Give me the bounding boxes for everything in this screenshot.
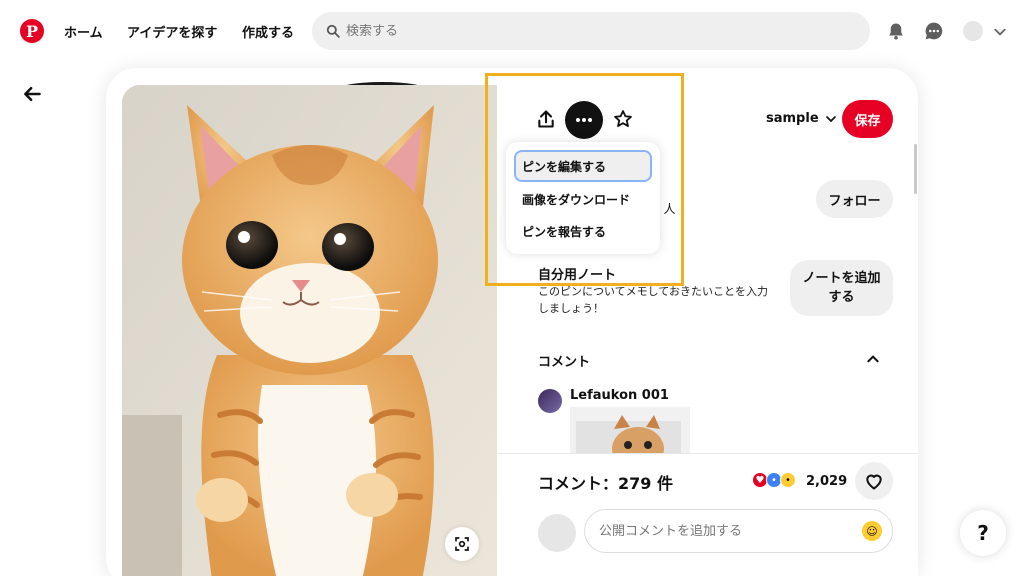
- comment-input[interactable]: [599, 523, 849, 539]
- chevron-up-icon[interactable]: [866, 351, 880, 370]
- share-button[interactable]: [534, 107, 558, 131]
- lens-icon: [455, 537, 469, 551]
- commenter-name[interactable]: Lefaukon 001: [570, 388, 669, 403]
- haha-reaction-icon: •: [780, 472, 796, 488]
- chevron-down-icon[interactable]: [993, 24, 1007, 43]
- commenter-avatar[interactable]: [538, 389, 562, 413]
- more-options-button[interactable]: [565, 101, 603, 139]
- search-icon: [326, 24, 340, 38]
- react-button[interactable]: [855, 462, 893, 500]
- reaction-icons[interactable]: ♥ • •: [752, 472, 796, 488]
- menu-item-download-image[interactable]: 画像をダウンロード: [514, 183, 652, 215]
- nav-home[interactable]: ホーム: [64, 22, 103, 41]
- favorite-button[interactable]: [611, 107, 635, 131]
- follow-button[interactable]: フォロー: [816, 180, 893, 218]
- visual-search-button[interactable]: [445, 527, 479, 561]
- chevron-down-icon: [825, 115, 836, 122]
- more-icon: [576, 118, 592, 122]
- menu-item-report-pin[interactable]: ピンを報告する: [514, 215, 652, 247]
- search-bar[interactable]: [312, 12, 870, 50]
- heart-icon: [866, 474, 882, 490]
- comment-count: コメント：279 件: [538, 474, 673, 493]
- nav-create[interactable]: 作成する: [242, 22, 294, 41]
- board-selector[interactable]: sample: [766, 111, 837, 126]
- kitten-illustration: [122, 85, 497, 576]
- chat-icon[interactable]: [923, 20, 945, 42]
- scrollbar[interactable]: [914, 144, 917, 194]
- notes-title: 自分用ノート: [538, 268, 617, 283]
- help-button[interactable]: ?: [960, 510, 1006, 556]
- add-note-button[interactable]: ノートを追加する: [790, 260, 893, 316]
- pinterest-logo-icon[interactable]: P: [20, 19, 44, 43]
- save-button[interactable]: 保存: [842, 100, 893, 138]
- nav-explore[interactable]: アイデアを探す: [127, 22, 217, 41]
- bell-icon[interactable]: [885, 20, 907, 42]
- board-name: sample: [766, 111, 819, 126]
- share-icon: [538, 110, 554, 128]
- comment-field[interactable]: ☺: [584, 509, 893, 553]
- comments-title: コメント: [538, 355, 591, 370]
- comment-image[interactable]: [570, 407, 690, 455]
- top-nav: P ホーム アイデアを探す 作成する: [0, 0, 1024, 62]
- smile-icon[interactable]: ☺: [862, 521, 882, 541]
- profile-avatar[interactable]: [963, 21, 983, 41]
- notes-description: このピンについてメモしておきたいことを入力しましょう！: [538, 285, 769, 315]
- pin-image[interactable]: [122, 85, 497, 576]
- reaction-count: 2,029: [806, 474, 848, 489]
- search-input[interactable]: [346, 23, 826, 39]
- my-avatar: [538, 514, 576, 552]
- more-options-menu: ピンを編集する 画像をダウンロード ピンを報告する: [506, 142, 660, 254]
- back-arrow-icon[interactable]: [22, 84, 44, 106]
- star-icon: [614, 110, 632, 128]
- menu-item-edit-pin[interactable]: ピンを編集する: [514, 150, 652, 182]
